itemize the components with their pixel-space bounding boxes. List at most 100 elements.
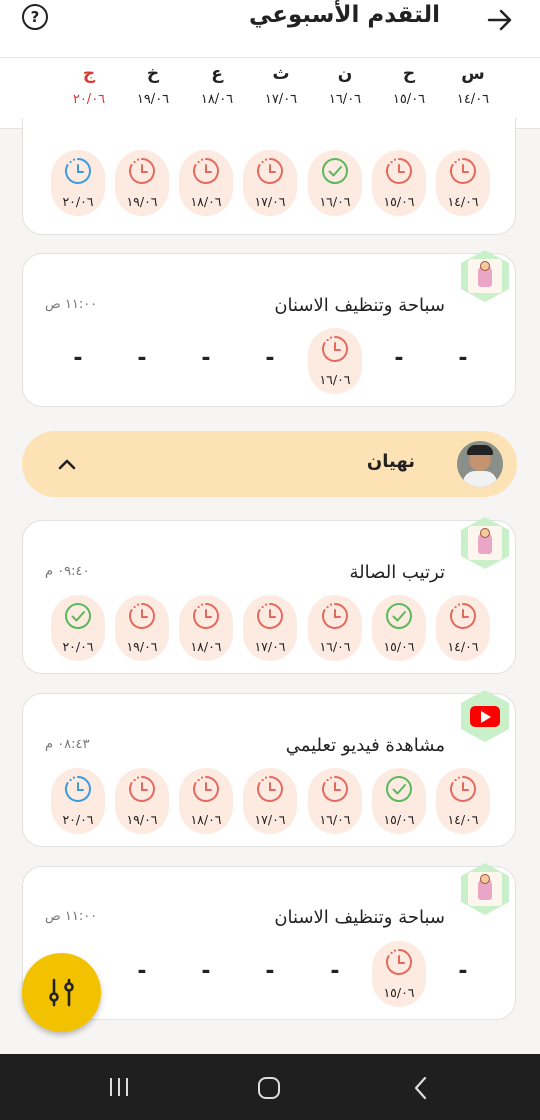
day-status-clock[interactable]: ١٧/٠٦ <box>243 768 297 834</box>
day-letter: ث <box>272 64 290 84</box>
task-name: سباحة وتنظيف الاسنان <box>274 295 445 316</box>
task-name: ترتيب الصالة <box>349 562 446 583</box>
no-task-mark: - <box>458 346 468 371</box>
day-header-4: ع ١٨/٠٦ <box>185 58 249 107</box>
day-status-date: ١٤/٠٦ <box>447 812 479 827</box>
back-nav-icon[interactable] <box>410 1075 432 1101</box>
arrow-right-icon[interactable] <box>484 4 516 36</box>
day-status-clock[interactable]: ١٦/٠٦ <box>308 328 362 394</box>
no-task-mark: - <box>201 959 211 984</box>
day-status-clock[interactable]: ١٩/٠٦ <box>115 768 169 834</box>
day-header-6: ج ٢٠/٠٦ <box>57 58 121 107</box>
day-date: ١٦/٠٦ <box>328 92 362 107</box>
task-thumbnail <box>461 863 509 915</box>
no-task-mark: - <box>458 959 468 984</box>
check-circle-icon <box>65 603 91 629</box>
no-task-mark: - <box>137 959 147 984</box>
day-status-date: ١٥/٠٦ <box>383 812 415 827</box>
no-task-mark: - <box>265 959 275 984</box>
youtube-icon <box>470 706 500 727</box>
day-status-clock[interactable]: ١٦/٠٦ <box>308 768 362 834</box>
task-card[interactable]: ترتيب الصالة ٠٩:٤٠ م ١٤/٠٦ ١٥/٠٦ ١٦/٠٦ ١٧/٠٦ ١… <box>22 517 516 674</box>
clock-icon <box>386 158 412 184</box>
day-status-clock-blue[interactable]: ٢٠/٠٦ <box>51 768 105 834</box>
day-status-check[interactable]: ١٥/٠٦ <box>372 768 426 834</box>
day-date: ١٩/٠٦ <box>136 92 170 107</box>
day-status-check[interactable]: ٢٠/٠٦ <box>51 595 105 661</box>
no-task-mark: - <box>201 346 211 371</box>
day-letter: س <box>461 64 485 84</box>
user-name: نهيان <box>366 451 415 472</box>
task-time: ٠٨:٤٣ م <box>45 737 90 752</box>
day-status-clock[interactable]: ١٨/٠٦ <box>179 150 233 216</box>
day-status-clock[interactable]: ١٤/٠٦ <box>436 150 490 216</box>
day-status-clock[interactable]: ١٤/٠٦ <box>436 595 490 661</box>
no-task-mark: - <box>137 346 147 371</box>
help-icon[interactable]: ? <box>22 4 48 30</box>
day-status-clock[interactable]: ١٨/٠٦ <box>179 768 233 834</box>
no-task-mark: - <box>330 959 340 984</box>
day-letter: ن <box>337 64 353 84</box>
day-status-check[interactable]: ١٥/٠٦ <box>372 595 426 661</box>
day-status-date: ٢٠/٠٦ <box>62 639 94 654</box>
day-status-date: ١٥/٠٦ <box>383 639 415 654</box>
task-thumbnail <box>461 690 509 742</box>
day-status-check[interactable]: ١٦/٠٦ <box>308 150 362 216</box>
day-status-clock[interactable]: ١٧/٠٦ <box>243 150 297 216</box>
day-date: ١٥/٠٦ <box>392 92 426 107</box>
day-status-clock[interactable]: ١٥/٠٦ <box>372 941 426 1007</box>
task-thumbnail <box>461 517 509 569</box>
day-status-clock[interactable]: ١٩/٠٦ <box>115 595 169 661</box>
day-status-clock[interactable]: ١٩/٠٦ <box>115 150 169 216</box>
day-status-clock[interactable]: ١٨/٠٦ <box>179 595 233 661</box>
no-task-mark: - <box>394 346 404 371</box>
check-circle-icon <box>386 603 412 629</box>
day-status-clock[interactable]: ١٧/٠٦ <box>243 595 297 661</box>
task-card[interactable]: سباحة وتنظيف الاسنان ١١:٠٠ ص - - ١٦/٠٦ - - - - <box>22 250 516 407</box>
day-letter: ج <box>82 64 96 84</box>
day-header-0: س ١٤/٠٦ <box>441 58 505 107</box>
task-thumbnail <box>461 250 509 302</box>
kid-illustration-icon <box>468 526 502 560</box>
day-status-clock[interactable]: ١٦/٠٦ <box>308 595 362 661</box>
clock-icon <box>322 336 348 362</box>
day-status-date: ١٨/٠٦ <box>190 812 222 827</box>
day-header-2: ن ١٦/٠٦ <box>313 58 377 107</box>
task-name: مشاهدة فيديو تعليمي <box>285 735 445 756</box>
day-status-date: ١٥/٠٦ <box>383 985 415 1000</box>
day-status-clock[interactable]: ١٤/٠٦ <box>436 768 490 834</box>
day-status-date: ١٦/٠٦ <box>319 812 351 827</box>
day-status-date: ١٧/٠٦ <box>254 639 286 654</box>
no-task-mark: - <box>265 346 275 371</box>
user-group-header[interactable]: نهيان <box>22 431 517 497</box>
day-status-clock-blue[interactable]: ٢٠/٠٦ <box>51 150 105 216</box>
day-header-3: ث ١٧/٠٦ <box>249 58 313 107</box>
clock-icon <box>193 776 219 802</box>
task-card[interactable]: مشاهدة فيديو تعليمي ٠٨:٤٣ م ١٤/٠٦ ١٥/٠٦ ١٦/٠… <box>22 690 516 847</box>
home-icon[interactable] <box>256 1075 282 1101</box>
kid-illustration-icon <box>468 872 502 906</box>
task-card[interactable]: ١٤/٠٦ ١٥/٠٦ ١٦/٠٦ ١٧/٠٦ ١٨/٠٦ ١٩/٠٦ ٢٠/٠٦ <box>22 118 516 235</box>
clock-icon <box>450 776 476 802</box>
clock-icon <box>257 158 283 184</box>
clock-icon <box>65 776 91 802</box>
clock-icon <box>193 158 219 184</box>
clock-icon <box>129 158 155 184</box>
day-status-date: ١٦/٠٦ <box>319 639 351 654</box>
day-letter: ع <box>211 64 223 84</box>
check-circle-icon <box>386 776 412 802</box>
chevron-up-icon[interactable] <box>54 451 80 477</box>
task-name: سباحة وتنظيف الاسنان <box>274 907 445 928</box>
clock-icon <box>257 603 283 629</box>
sliders-icon <box>49 978 74 1007</box>
task-time: ١١:٠٠ ص <box>45 909 98 924</box>
clock-icon <box>322 603 348 629</box>
day-status-clock[interactable]: ١٥/٠٦ <box>372 150 426 216</box>
recent-apps-icon[interactable] <box>108 1076 130 1098</box>
kid-illustration-icon <box>468 259 502 293</box>
filter-fab-button[interactable] <box>22 953 101 1032</box>
clock-icon <box>257 776 283 802</box>
day-letter: ح <box>402 64 416 84</box>
page-title: التقدم الأسبوعي <box>248 2 440 28</box>
app-header: ? التقدم الأسبوعي <box>0 0 540 58</box>
